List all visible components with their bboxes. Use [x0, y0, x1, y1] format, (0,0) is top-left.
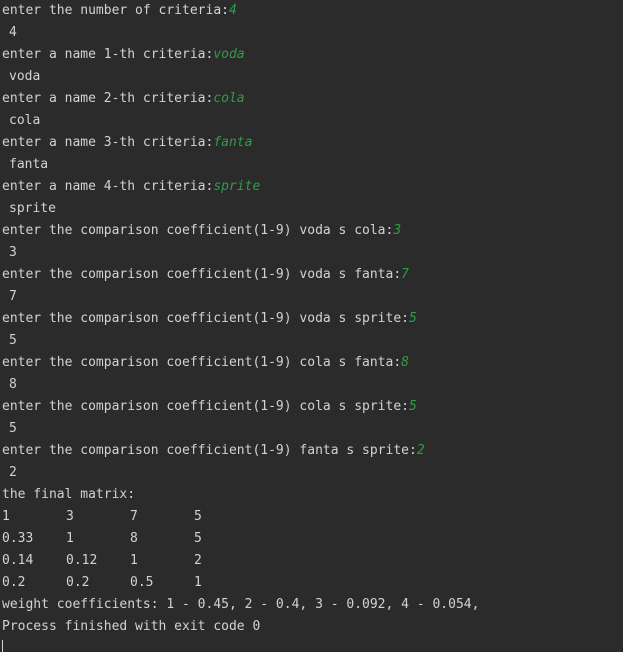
prompt-text: enter the comparison coefficient(1-9) vo… — [2, 223, 394, 238]
console-line: 5 — [9, 421, 17, 436]
prompt-text: enter the comparison coefficient(1-9) vo… — [2, 311, 409, 326]
user-input-text: sprite — [213, 179, 261, 194]
text-cursor[interactable] — [2, 640, 3, 652]
console-line: voda — [9, 69, 41, 84]
console-output: enter the number of criteria:4 4 enter a… — [0, 0, 623, 652]
matrix-cell: 0.14 — [2, 553, 34, 568]
user-input-text: 3 — [393, 223, 402, 238]
prompt-text: enter the comparison coefficient(1-9) co… — [2, 355, 402, 370]
console-line: 4 — [9, 25, 17, 40]
matrix-cell: 0.5 — [130, 575, 154, 590]
console-line: enter the comparison coefficient(1-9) vo… — [0, 220, 623, 242]
console-line: enter a name 3-th criteria:fanta — [0, 132, 623, 154]
matrix-cell: 2 — [194, 553, 202, 568]
user-input-text: 7 — [401, 267, 409, 282]
matrix-cell: 0.2 — [2, 575, 26, 590]
console-line: fanta — [9, 157, 49, 172]
matrix-title: the final matrix: — [2, 487, 136, 502]
console-line: enter a name 1-th criteria:voda — [0, 44, 623, 66]
console-line: enter a name 2-th criteria:cola — [0, 88, 623, 110]
matrix-cell: 1 — [2, 509, 10, 524]
console-line: sprite — [9, 201, 56, 216]
console-line: 5 — [9, 333, 17, 348]
user-input-text: 4 — [228, 3, 237, 18]
matrix-row: 0.2 0.2 0.5 1 — [0, 572, 623, 594]
weight-coefficients: weight coefficients: 1 - 0.45, 2 - 0.4, … — [2, 597, 480, 612]
user-input-text: 8 — [401, 355, 409, 370]
console-line: 7 — [9, 289, 17, 304]
console-line: enter the comparison coefficient(1-9) fa… — [0, 440, 623, 462]
prompt-text: enter the number of criteria: — [2, 3, 229, 18]
matrix-cell: 1 — [194, 575, 202, 590]
matrix-cell: 1 — [130, 553, 138, 568]
prompt-text: enter a name 4-th criteria: — [2, 179, 214, 194]
console-line: enter the comparison coefficient(1-9) co… — [0, 352, 623, 374]
console-line: enter the comparison coefficient(1-9) vo… — [0, 308, 623, 330]
matrix-cell: 7 — [130, 509, 138, 524]
matrix-row: 0.14 0.12 1 2 — [0, 550, 623, 572]
matrix-row: 1 3 7 5 — [0, 506, 623, 528]
matrix-cell: 3 — [66, 509, 74, 524]
matrix-cell: 0.12 — [66, 553, 98, 568]
matrix-cell: 0.33 — [2, 531, 34, 546]
prompt-text: enter a name 2-th criteria: — [2, 91, 214, 106]
matrix-cell: 5 — [194, 531, 202, 546]
console-line: enter the comparison coefficient(1-9) co… — [0, 396, 623, 418]
prompt-text: enter the comparison coefficient(1-9) fa… — [2, 443, 417, 458]
console-line: 8 — [9, 377, 17, 392]
console-line: 3 — [9, 245, 17, 260]
prompt-text: enter a name 1-th criteria: — [2, 47, 214, 62]
prompt-text: enter the comparison coefficient(1-9) co… — [2, 399, 409, 414]
user-input-text: 2 — [416, 443, 425, 458]
matrix-cell: 1 — [66, 531, 74, 546]
matrix-cell: 0.2 — [66, 575, 90, 590]
prompt-text: enter the comparison coefficient(1-9) vo… — [2, 267, 402, 282]
console-line: enter the comparison coefficient(1-9) vo… — [0, 264, 623, 286]
user-input-text: cola — [213, 91, 245, 106]
prompt-text: enter a name 3-th criteria: — [2, 135, 214, 150]
console-line: cola — [9, 113, 41, 128]
user-input-text: fanta — [213, 135, 253, 150]
matrix-row: 0.33 1 8 5 — [0, 528, 623, 550]
console-line: enter the number of criteria:4 — [0, 0, 623, 22]
console-line: 2 — [9, 465, 17, 480]
exit-message: Process finished with exit code 0 — [2, 619, 261, 634]
user-input-text: 5 — [409, 311, 417, 326]
user-input-text: voda — [213, 47, 245, 62]
matrix-cell: 8 — [130, 531, 138, 546]
console-line: enter a name 4-th criteria:sprite — [0, 176, 623, 198]
matrix-cell: 5 — [194, 509, 202, 524]
user-input-text: 5 — [409, 399, 417, 414]
